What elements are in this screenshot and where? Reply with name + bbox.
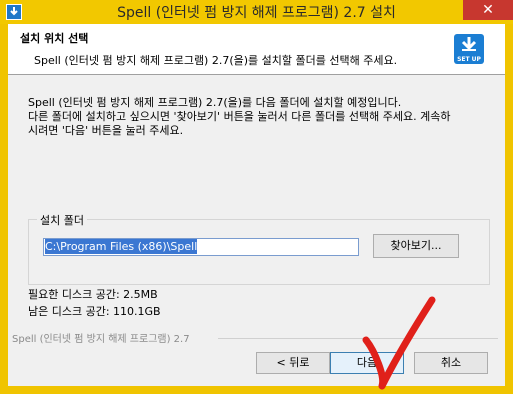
title-bar[interactable]: Spell (인터넷 펌 방지 해제 프로그램) 2.7 설치 ✕ [0,0,513,24]
page-title: 설치 위치 선택 [20,32,89,45]
install-path-input[interactable]: C:\Program Files (x86)\Spell [43,238,359,256]
page-subtitle: Spell (인터넷 펌 방지 해제 프로그램) 2.7(을)를 설치할 폴더를… [34,54,398,67]
description: Spell (인터넷 펌 방지 해제 프로그램) 2.7(을)를 다음 폴더에 … [28,96,498,138]
next-button[interactable]: 다음 [330,352,404,374]
back-button[interactable]: < 뒤로 [256,352,330,374]
client-area: 설치 위치 선택 Spell (인터넷 펌 방지 해제 프로그램) 2.7(을)… [8,24,505,386]
description-line: Spell (인터넷 펌 방지 해제 프로그램) 2.7(을)를 다음 폴더에 … [28,96,402,109]
description-line: 다른 폴더에 설치하고 싶으시면 '찾아보기' 버튼을 눌러서 다른 폴더를 선… [28,110,451,123]
installer-window: Spell (인터넷 펌 방지 해제 프로그램) 2.7 설치 ✕ 설치 위치 … [0,0,513,394]
install-path-value: C:\Program Files (x86)\Spell [45,239,198,254]
cancel-button[interactable]: 취소 [414,352,488,374]
window-title: Spell (인터넷 펌 방지 해제 프로그램) 2.7 설치 [117,5,396,21]
install-folder-group: 설치 폴더 C:\Program Files (x86)\Spell 찾아보기.… [28,212,490,285]
setup-logo-text: SET UP [457,56,481,63]
required-space: 필요한 디스크 공간: 2.5MB [28,288,158,301]
setup-download-icon: SET UP [454,34,484,64]
header-panel: 설치 위치 선택 Spell (인터넷 펌 방지 해제 프로그램) 2.7(을)… [8,24,505,75]
branding-text: Spell (인터넷 펌 방지 해제 프로그램) 2.7 [12,334,190,345]
available-space: 남은 디스크 공간: 110.1GB [28,305,161,318]
branding-divider [218,338,498,339]
browse-button[interactable]: 찾아보기... [373,234,459,258]
description-line: 시려면 '다음' 버튼을 눌러 주세요. [28,124,184,137]
close-button[interactable]: ✕ [463,0,513,20]
group-label: 설치 폴더 [37,212,87,228]
disk-space-info: 필요한 디스크 공간: 2.5MB 남은 디스크 공간: 110.1GB [28,286,161,320]
